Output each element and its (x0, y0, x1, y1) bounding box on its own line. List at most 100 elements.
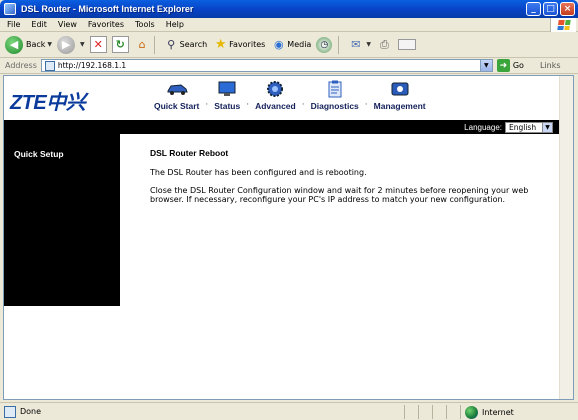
go-arrow-icon: ➜ (496, 59, 510, 72)
router-header: ZTE中兴 Quick Start · Status · Advanced · … (4, 76, 561, 120)
nav-label: Management (373, 101, 426, 111)
stop-button[interactable]: ✕ (89, 36, 107, 53)
router-sidebar: Quick Setup (4, 134, 120, 306)
address-bar: Address http://192.168.1.1 ▼ ➜ Go Links (0, 58, 578, 74)
stop-icon: ✕ (89, 36, 107, 53)
edit-icon (397, 39, 416, 50)
search-label: Search (179, 40, 208, 49)
status-pane (446, 405, 460, 419)
nav-label: Diagnostics (310, 101, 359, 111)
go-label: Go (512, 61, 524, 70)
media-label: Media (287, 40, 312, 49)
language-value: English (509, 122, 537, 132)
chevron-down-icon[interactable]: ▼ (366, 41, 371, 48)
favorites-button[interactable]: ★ Favorites (212, 36, 265, 53)
address-input[interactable]: http://192.168.1.1 ▼ (40, 59, 493, 72)
print-button[interactable]: ⎙ (376, 36, 393, 53)
vertical-scrollbar[interactable] (559, 76, 573, 399)
zone-label: Internet (482, 407, 514, 417)
reboot-instructions-text: Close the DSL Router Configuration windo… (150, 186, 529, 204)
monitor-icon (216, 80, 238, 98)
back-button[interactable]: ◀ Back ▼ (5, 35, 52, 54)
links-button[interactable]: Links (540, 61, 561, 70)
nav-advanced[interactable]: Advanced (249, 80, 302, 111)
media-icon: ◉ (273, 38, 284, 51)
home-icon: ⌂ (138, 38, 146, 51)
nav-diagnostics[interactable]: Diagnostics (305, 80, 365, 111)
status-pane (404, 405, 418, 419)
nav-label: Status (214, 101, 241, 111)
chevron-down-icon[interactable]: ▼ (80, 41, 85, 48)
printer-icon: ⎙ (380, 37, 389, 51)
ie-icon (4, 3, 16, 15)
address-url[interactable]: http://192.168.1.1 (58, 61, 126, 70)
status-panes: Internet (404, 405, 578, 419)
status-bar: Done Internet (0, 402, 578, 420)
page-done-icon (4, 405, 16, 418)
home-button[interactable]: ⌂ (134, 36, 151, 53)
back-arrow-icon: ◀ (5, 35, 23, 54)
reboot-status-text: The DSL Router has been configured and i… (150, 168, 367, 177)
maximize-button[interactable]: □ (543, 2, 558, 16)
address-label: Address (5, 61, 37, 70)
close-button[interactable]: × (560, 2, 575, 16)
gear-icon (264, 80, 286, 98)
menu-favorites[interactable]: Favorites (88, 20, 124, 29)
management-icon (389, 80, 411, 98)
reboot-message: DSL Router Reboot The DSL Router has bee… (150, 148, 550, 213)
page-title: DSL Router Reboot (150, 148, 229, 158)
page-viewport: ZTE中兴 Quick Start · Status · Advanced · … (3, 75, 574, 400)
refresh-button[interactable]: ↻ (111, 36, 129, 53)
menu-edit[interactable]: Edit (31, 20, 47, 29)
status-pane (418, 405, 432, 419)
browser-toolbar: ◀ Back ▼ ▶ ▼ ✕ ↻ ⌂ ⚲ Search ★ Favorites … (0, 32, 578, 58)
nav-label: Advanced (255, 101, 296, 111)
menu-view[interactable]: View (58, 20, 77, 29)
status-pane (432, 405, 446, 419)
mail-icon: ✉ (351, 38, 361, 51)
menu-help[interactable]: Help (166, 20, 184, 29)
favorites-label: Favorites (229, 40, 266, 49)
nav-status[interactable]: Status (208, 80, 246, 111)
toolbar-separator (153, 35, 155, 54)
nav-management[interactable]: Management (368, 80, 432, 111)
mail-button[interactable]: ✉ ▼ (347, 36, 371, 53)
car-icon (166, 80, 188, 98)
history-icon: ◷ (316, 36, 333, 53)
router-nav: Quick Start · Status · Advanced · Diagno… (148, 80, 432, 111)
nav-label: Quick Start (154, 101, 200, 111)
chevron-down-icon[interactable]: ▼ (47, 41, 52, 48)
sidebar-item-quick-setup[interactable]: Quick Setup (14, 149, 64, 159)
window-title: DSL Router - Microsoft Internet Explorer (21, 4, 194, 14)
nav-quick-start[interactable]: Quick Start (148, 80, 205, 111)
window-controls: _ □ × (526, 2, 575, 16)
window-titlebar: DSL Router - Microsoft Internet Explorer… (0, 0, 578, 18)
media-button[interactable]: ◉ Media (270, 36, 311, 53)
globe-icon (465, 405, 478, 419)
forward-arrow-icon: ▶ (57, 35, 76, 54)
go-button[interactable]: ➜ Go (496, 59, 524, 72)
star-icon: ★ (214, 37, 227, 52)
zte-logo: ZTE中兴 (10, 92, 86, 114)
chevron-down-icon[interactable]: ▼ (542, 122, 552, 132)
language-label: Language: (464, 122, 502, 132)
page-icon (44, 60, 55, 71)
language-bar: Language: English ▼ (4, 120, 561, 134)
menu-file[interactable]: File (7, 20, 20, 29)
search-button[interactable]: ⚲ Search (163, 36, 207, 53)
menu-bar: File Edit View Favorites Tools Help (0, 18, 578, 32)
search-icon: ⚲ (167, 38, 176, 51)
windows-logo-icon (550, 18, 576, 32)
edit-button[interactable] (397, 39, 416, 50)
minimize-button[interactable]: _ (526, 2, 541, 16)
menu-tools[interactable]: Tools (135, 20, 155, 29)
refresh-icon: ↻ (111, 36, 129, 53)
chevron-down-icon[interactable]: ▼ (479, 60, 492, 71)
back-label: Back (26, 40, 46, 49)
status-text: Done (20, 407, 42, 416)
security-zone: Internet (460, 405, 578, 419)
history-button[interactable]: ◷ (316, 36, 335, 53)
forward-button[interactable]: ▶ ▼ (57, 35, 85, 54)
language-select[interactable]: English ▼ (505, 121, 553, 133)
clipboard-icon (324, 80, 346, 98)
